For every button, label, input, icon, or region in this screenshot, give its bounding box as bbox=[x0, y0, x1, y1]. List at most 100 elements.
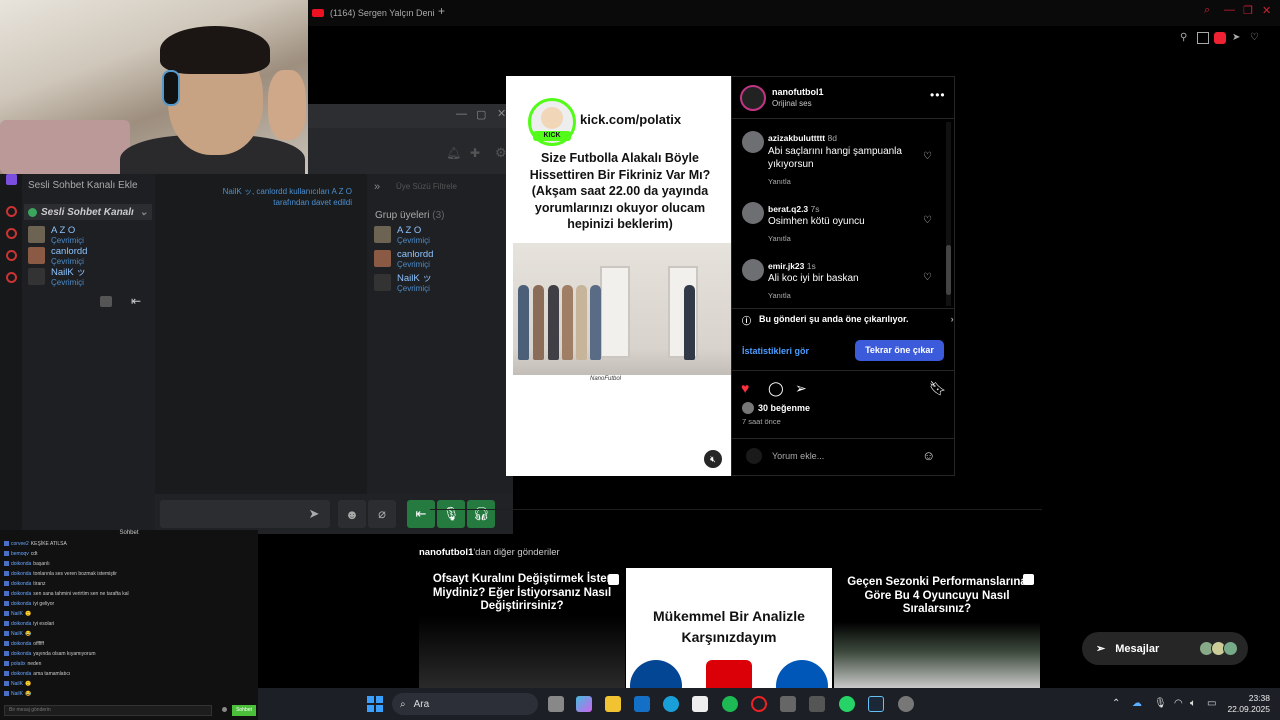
avatar[interactable] bbox=[740, 85, 766, 111]
like-comment-icon[interactable]: ♡ bbox=[923, 151, 932, 162]
opera-icon[interactable] bbox=[751, 696, 767, 712]
windows-start-icon[interactable] bbox=[367, 696, 383, 712]
minimize-icon[interactable]: — bbox=[456, 108, 467, 120]
file-explorer-icon[interactable] bbox=[605, 696, 621, 712]
task-view-icon[interactable] bbox=[548, 696, 564, 712]
twitch-icon[interactable] bbox=[6, 174, 17, 185]
collapse-icon[interactable]: » bbox=[374, 181, 380, 193]
send-icon[interactable]: ➤ bbox=[1232, 32, 1244, 44]
muted-speaker-icon[interactable]: 🔇︎ bbox=[704, 450, 722, 468]
close-icon[interactable]: ✕ bbox=[497, 107, 506, 120]
post-audio[interactable]: Orijinal ses bbox=[772, 99, 812, 108]
gear-icon[interactable]: ⚙ bbox=[495, 145, 507, 161]
group-member[interactable]: A Z O Çevrimiçi bbox=[374, 226, 430, 246]
chat-username[interactable]: doikonda bbox=[11, 601, 31, 607]
comment-user[interactable]: berat.q2.3 7s bbox=[768, 204, 820, 214]
chat-username[interactable]: doikonda bbox=[11, 651, 31, 657]
emoji-icon[interactable]: ☺ bbox=[922, 448, 935, 463]
boost-again-button[interactable]: Tekrar öne çıkar bbox=[855, 340, 944, 361]
post-thumbnail[interactable]: Mükemmel Bir Analizle Karşınızdayım bbox=[626, 568, 832, 688]
comment-input[interactable]: Yorum ekle... bbox=[772, 451, 824, 461]
scrollbar-thumb[interactable] bbox=[946, 245, 951, 295]
chat-username[interactable]: doikonda bbox=[11, 571, 31, 577]
leave-call-button[interactable]: ⇤ bbox=[407, 500, 435, 528]
comment-user[interactable]: azizakbuluttttt 8d bbox=[768, 133, 837, 143]
microphone-button[interactable]: 🎙︎ bbox=[437, 500, 465, 528]
microphone-icon[interactable]: 🎙︎ bbox=[1154, 698, 1167, 709]
chat-username[interactable]: doikonda bbox=[11, 671, 31, 677]
maximize-icon[interactable]: ▢ bbox=[476, 108, 486, 121]
copilot-icon[interactable] bbox=[576, 696, 592, 712]
chevron-down-icon[interactable]: ⌄ bbox=[140, 207, 148, 218]
add-member-icon[interactable]: ✚ bbox=[470, 146, 480, 160]
bookmark-icon[interactable]: 🔖︎ bbox=[929, 380, 947, 397]
app-icon[interactable] bbox=[809, 696, 825, 712]
rail-icon-2[interactable] bbox=[6, 228, 17, 239]
channel-member[interactable]: canlordd Çevrimiçi bbox=[28, 247, 87, 267]
chat-username[interactable]: doikonda bbox=[11, 591, 31, 597]
notes-icon[interactable] bbox=[100, 296, 112, 307]
chat-username[interactable]: doikonda bbox=[11, 581, 31, 587]
app-icon[interactable] bbox=[898, 696, 914, 712]
maximize-button[interactable]: ❐ bbox=[1243, 4, 1253, 17]
close-button[interactable]: ✕ bbox=[1262, 4, 1271, 17]
comment-icon[interactable]: ◯ bbox=[768, 380, 784, 397]
send-icon[interactable]: ➤ bbox=[300, 500, 328, 528]
chat-username[interactable]: NailK bbox=[11, 691, 23, 697]
messages-button[interactable]: ➢ Mesajlar bbox=[1082, 632, 1248, 665]
store-icon[interactable] bbox=[692, 696, 708, 712]
reply-link[interactable]: Yanıtla bbox=[768, 177, 791, 186]
chat-username[interactable]: corvee2 bbox=[11, 541, 29, 547]
member-filter-input[interactable]: Üye Süzü Filtrele bbox=[396, 182, 457, 191]
channel-member[interactable]: NailK ッ Çevrimiçi bbox=[28, 268, 86, 288]
share-icon[interactable]: ➢ bbox=[795, 380, 807, 397]
rail-icon-4[interactable] bbox=[6, 272, 17, 283]
headphones-button[interactable]: 🎧︎ bbox=[467, 500, 495, 528]
rail-icon-3[interactable] bbox=[6, 250, 17, 261]
shield-icon[interactable] bbox=[1214, 32, 1226, 44]
chat-username[interactable]: doikonda bbox=[11, 641, 31, 647]
avatar[interactable] bbox=[742, 202, 764, 224]
edge-icon[interactable] bbox=[663, 696, 679, 712]
chat-username[interactable]: polatix bbox=[11, 661, 25, 667]
whatsapp-icon[interactable] bbox=[839, 696, 855, 712]
group-member[interactable]: NailK ッ Çevrimiçi bbox=[374, 274, 432, 294]
avatar[interactable] bbox=[742, 259, 764, 281]
browser-tab[interactable]: (1164) Sergen Yalçın Deni bbox=[312, 4, 435, 22]
chat-username[interactable]: NailK bbox=[11, 681, 23, 687]
chat-username[interactable]: doikonda bbox=[11, 561, 31, 567]
pin-icon[interactable]: ⚲ bbox=[1180, 32, 1192, 44]
app-icon[interactable] bbox=[780, 696, 796, 712]
battery-icon[interactable]: ▭ bbox=[1207, 698, 1216, 709]
minimize-button[interactable]: — bbox=[1224, 4, 1235, 16]
heart-icon[interactable]: ♡ bbox=[1250, 32, 1262, 44]
spotify-icon[interactable] bbox=[722, 696, 738, 712]
like-icon[interactable]: ♥ bbox=[741, 380, 749, 396]
like-comment-icon[interactable]: ♡ bbox=[923, 215, 932, 226]
taskbar-search[interactable]: ⌕ Ara bbox=[392, 693, 538, 715]
volume-icon[interactable]: 🔈︎ bbox=[1190, 698, 1196, 709]
post-thumbnail[interactable]: Ofsayt Kuralını Değiştirmek İster Miydin… bbox=[419, 568, 625, 688]
more-options-icon[interactable]: ••• bbox=[930, 88, 946, 102]
likes-count[interactable]: 30 beğenme bbox=[742, 402, 810, 414]
attach-icon[interactable]: ⌀ bbox=[368, 500, 396, 528]
settings-icon[interactable] bbox=[222, 707, 227, 712]
rail-icon-1[interactable] bbox=[6, 206, 17, 217]
comment-user[interactable]: emir.jk23 1s bbox=[768, 261, 816, 271]
post-thumbnail[interactable]: Geçen Sezonki Performanslarına Göre Bu 4… bbox=[834, 568, 1040, 688]
new-tab-button[interactable]: + bbox=[438, 4, 445, 18]
view-insights-link[interactable]: İstatistikleri gör bbox=[742, 346, 809, 356]
reply-link[interactable]: Yanıtla bbox=[768, 291, 791, 300]
voice-channel[interactable]: Sesli Sohbet Kanalı ⌄ bbox=[24, 204, 152, 220]
group-member[interactable]: canlordd Çevrimiçi bbox=[374, 250, 433, 270]
search-icon[interactable]: ⌕ bbox=[1204, 4, 1210, 17]
onedrive-icon[interactable]: ☁ bbox=[1132, 698, 1142, 709]
chat-username[interactable]: NailK bbox=[11, 631, 23, 637]
reply-link[interactable]: Yanıtla bbox=[768, 234, 791, 243]
outlook-icon[interactable] bbox=[634, 696, 650, 712]
chat-input[interactable]: Bir mesaj gönderin bbox=[4, 705, 212, 716]
chat-username[interactable]: bemoqv bbox=[11, 551, 29, 557]
wifi-icon[interactable]: ◠ bbox=[1174, 698, 1183, 709]
channel-member[interactable]: A Z O Çevrimiçi bbox=[28, 226, 84, 246]
leave-channel-icon[interactable]: ⇤ bbox=[131, 294, 141, 308]
